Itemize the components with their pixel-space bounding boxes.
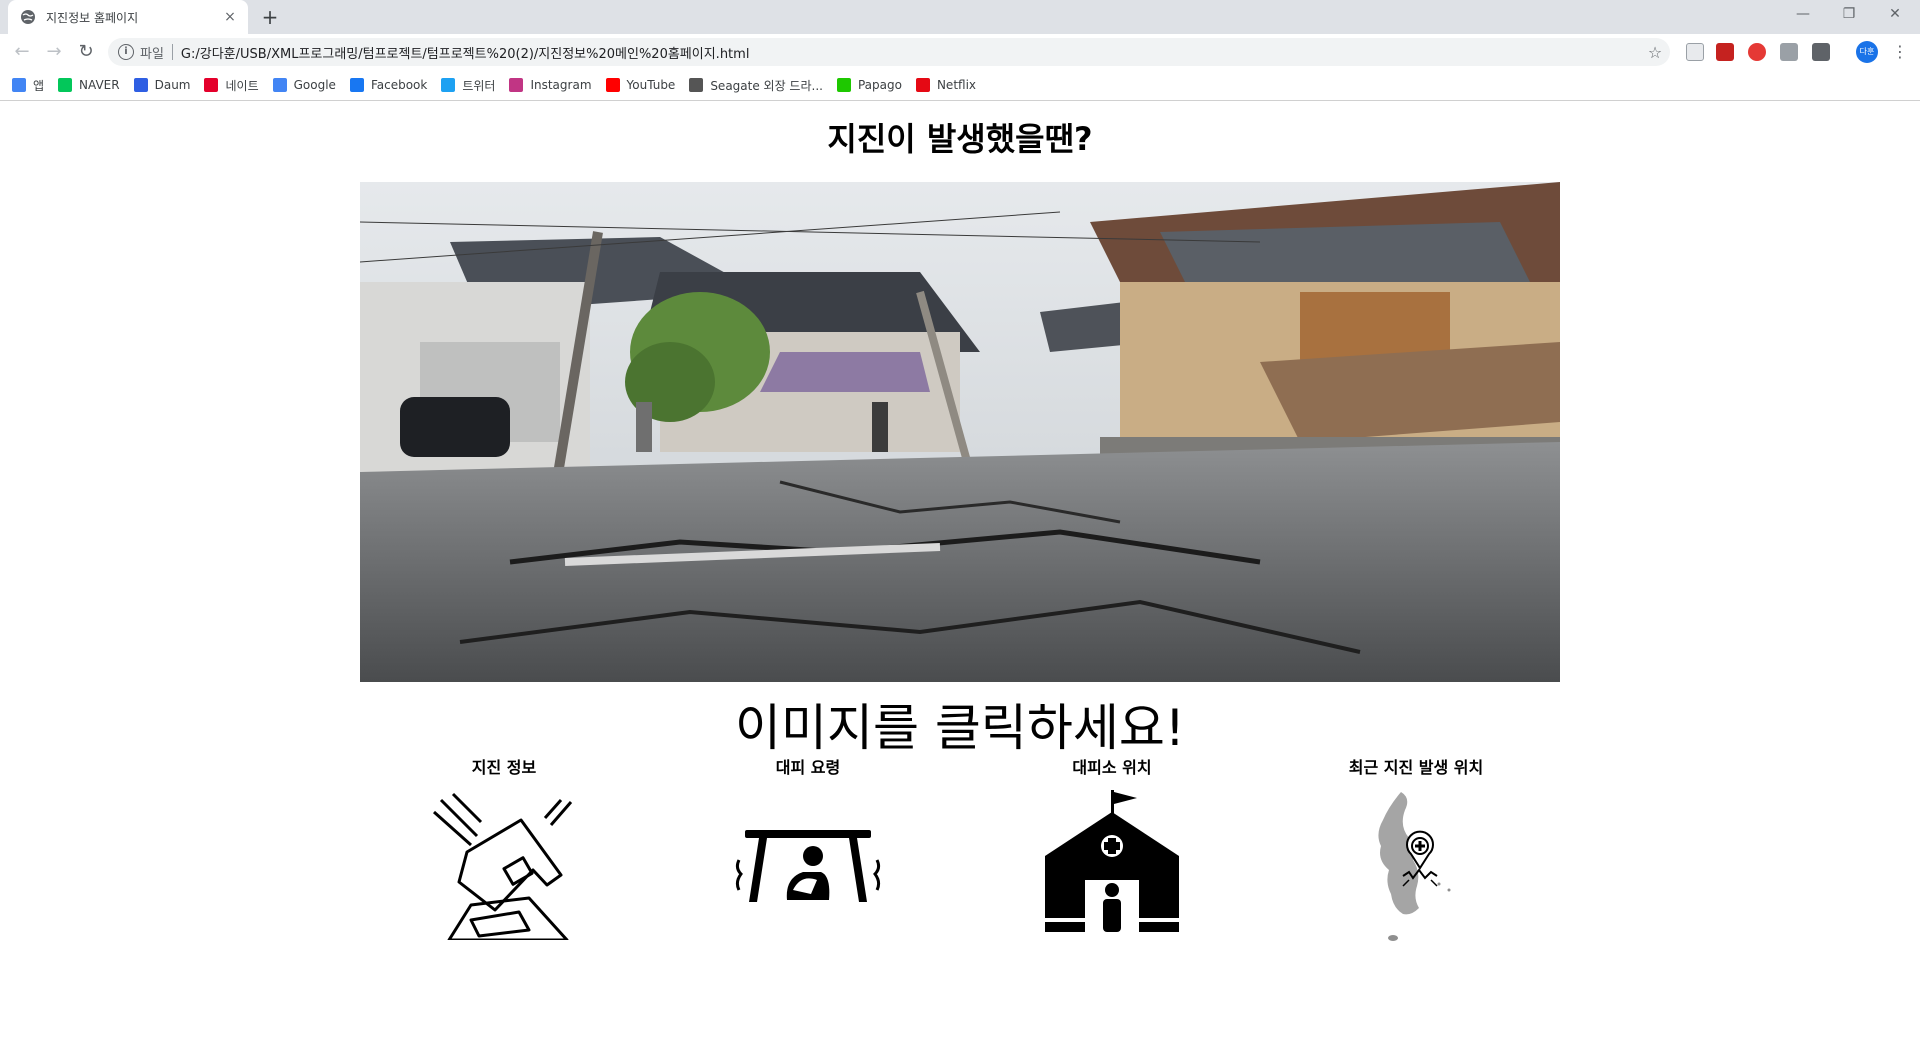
instagram-icon	[509, 78, 524, 92]
bookmark-item[interactable]: 네이트	[204, 77, 259, 94]
twitter-icon	[441, 78, 456, 92]
bookmark-label: YouTube	[626, 78, 676, 92]
earthquake-damage-photo[interactable]	[360, 182, 1560, 682]
bookmark-item[interactable]: NAVER	[58, 78, 120, 92]
page-title: 지진이 발생했을땐?	[827, 120, 1093, 158]
bookmark-item[interactable]: 트위터	[441, 77, 495, 94]
info-icon[interactable]: i	[118, 44, 134, 60]
shelter-under-table-icon[interactable]	[733, 790, 883, 940]
cast-extension-icon[interactable]	[1686, 43, 1704, 61]
info-extension-icon[interactable]	[1812, 43, 1830, 61]
bookmark-label: NAVER	[79, 78, 120, 92]
evacuation-shelter-icon[interactable]	[1037, 790, 1187, 940]
globe-icon	[21, 10, 35, 24]
back-icon[interactable]: ←	[8, 38, 36, 66]
reload-icon[interactable]: ↻	[72, 38, 100, 66]
youtube-icon	[605, 78, 620, 92]
ex-extension-icon[interactable]	[1780, 43, 1798, 61]
bookmark-label: 네이트	[225, 78, 259, 93]
profile-avatar[interactable]: 다훈	[1856, 41, 1878, 63]
bookmark-label: Google	[293, 78, 336, 92]
browser-tab[interactable]: 지진정보 홈페이지 ×	[8, 0, 248, 34]
minimize-icon[interactable]: —	[1780, 0, 1826, 30]
bookmark-label: 앱	[33, 78, 45, 93]
tab-title: 지진정보 홈페이지	[46, 10, 139, 25]
collapsing-house-icon[interactable]	[429, 790, 579, 940]
daum-icon	[133, 78, 148, 92]
toolbar: ← → ↻ i 파일 G:/강다훈/USB/XML프로그래밍/텀프로젝트/텀프로…	[0, 34, 1920, 70]
bookmark-label: Instagram	[530, 78, 592, 92]
seagate-icon	[689, 78, 704, 92]
bookmark-label: 트위터	[462, 78, 496, 93]
window-close-icon[interactable]: ✕	[1872, 0, 1918, 30]
bookmark-star-icon[interactable]: ☆	[1640, 43, 1670, 62]
bookmark-item[interactable]: Netflix	[915, 78, 977, 92]
naver-icon	[58, 78, 73, 92]
card-label: 지진 정보	[471, 758, 537, 777]
url-text[interactable]: G:/강다훈/USB/XML프로그래밍/텀프로젝트/텀프로젝트%20(2)/지진…	[181, 43, 1640, 62]
tab-close-icon[interactable]: ×	[222, 9, 238, 25]
page-content: 지진이 발생했을땐? 이미지를 클릭하세요! 지진 정보 대피 요령 대피소 위…	[0, 102, 1920, 1040]
papago-icon	[836, 78, 851, 92]
bookmark-item[interactable]: Daum	[133, 78, 191, 92]
click-instruction: 이미지를 클릭하세요!	[735, 699, 1185, 757]
google-icon	[272, 78, 287, 92]
bookmark-label: Facebook	[370, 78, 428, 92]
video-extension-icon[interactable]	[1716, 43, 1734, 61]
bookmark-item[interactable]: 앱	[12, 77, 44, 94]
opera-extension-icon[interactable]	[1748, 43, 1766, 61]
earthquake-street-image[interactable]	[360, 182, 1560, 682]
card-label: 최근 지진 발생 위치	[1348, 758, 1484, 777]
browser-chrome: 지진정보 홈페이지 × + — ❐ ✕ ← → ↻ i 파일 G:/강다훈/US…	[0, 0, 1920, 102]
bookmarks-bar: 앱 NAVER Daum 네이트 Google Facebook 트위터 Instagram Y…	[0, 70, 1920, 101]
bookmark-item[interactable]: Facebook	[349, 78, 428, 92]
card-shelter-location[interactable]: 대피소 위치	[992, 754, 1232, 940]
netflix-icon	[915, 78, 930, 92]
address-bar[interactable]: i 파일 G:/강다훈/USB/XML프로그래밍/텀프로젝트/텀프로젝트%20(…	[108, 38, 1670, 66]
bookmark-item[interactable]: YouTube	[605, 78, 676, 92]
apps-grid-icon	[12, 78, 26, 92]
bookmark-label: Seagate 외장 드라...	[710, 78, 823, 93]
card-label: 대피 요령	[775, 758, 841, 777]
card-recent-earthquake-map[interactable]: 최근 지진 발생 위치	[1296, 754, 1536, 950]
restore-icon[interactable]: ❐	[1826, 0, 1872, 30]
bookmark-item[interactable]: Seagate 외장 드라...	[689, 77, 823, 94]
card-evacuation-tips[interactable]: 대피 요령	[688, 754, 928, 940]
nate-icon	[204, 78, 219, 92]
bookmark-item[interactable]: Google	[272, 78, 336, 92]
bookmark-item[interactable]: Papago	[836, 78, 902, 92]
card-label: 대피소 위치	[1072, 758, 1152, 777]
bookmark-label: Daum	[154, 78, 191, 92]
omnibox-divider	[171, 44, 173, 60]
new-tab-button[interactable]: +	[256, 4, 284, 32]
bookmark-label: Netflix	[936, 78, 977, 92]
scheme-label: 파일	[140, 46, 164, 62]
earthquake-location-map-icon[interactable]	[1341, 790, 1491, 950]
bookmark-label: Papago	[857, 78, 902, 92]
card-earthquake-info[interactable]: 지진 정보	[384, 754, 624, 940]
menu-kebab-icon[interactable]: ⋮	[1886, 38, 1914, 66]
forward-icon[interactable]: →	[40, 38, 68, 66]
tab-strip: 지진정보 홈페이지 × + — ❐ ✕	[0, 0, 1920, 34]
facebook-icon	[349, 78, 364, 92]
bookmark-item[interactable]: Instagram	[509, 78, 592, 92]
